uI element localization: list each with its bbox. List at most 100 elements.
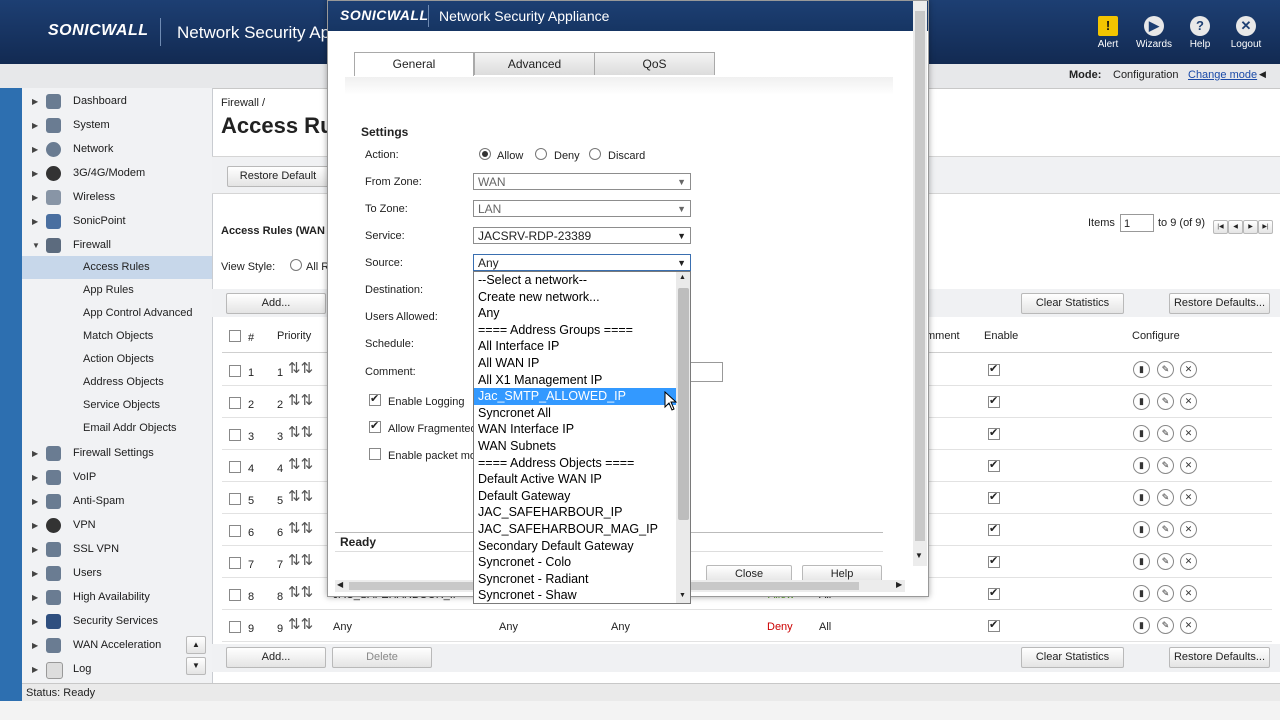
edit-icon[interactable]: ✎ bbox=[1157, 553, 1174, 570]
tab-general[interactable]: General bbox=[354, 52, 474, 76]
action-allow-radio[interactable] bbox=[479, 148, 491, 160]
add-button[interactable]: Add... bbox=[226, 293, 326, 314]
delete-icon[interactable]: ✕ bbox=[1180, 457, 1197, 474]
last-page-icon[interactable]: ▶| bbox=[1258, 220, 1273, 234]
delete-icon[interactable]: ✕ bbox=[1180, 521, 1197, 538]
dialog-scroll-thumb[interactable] bbox=[915, 11, 925, 541]
statistics-icon[interactable]: ▮ bbox=[1133, 425, 1150, 442]
statistics-icon[interactable]: ▮ bbox=[1133, 617, 1150, 634]
sidebar-item-action-objects[interactable]: Action Objects bbox=[22, 348, 212, 371]
enable-checkbox[interactable] bbox=[988, 362, 1000, 376]
restore-defaults-button[interactable]: Restore Defaults... bbox=[1169, 293, 1270, 314]
collapse-arrow-icon[interactable]: ◀ bbox=[1259, 69, 1266, 80]
dialog-scrollbar[interactable]: ▼ bbox=[913, 1, 927, 566]
sidebar-item-anti-spam[interactable]: ▶ Anti-Spam bbox=[22, 490, 212, 513]
expand-icon[interactable]: ▶ bbox=[32, 634, 38, 657]
edit-icon[interactable]: ✎ bbox=[1157, 617, 1174, 634]
expand-icon[interactable]: ▶ bbox=[32, 114, 38, 137]
expand-icon[interactable]: ▶ bbox=[32, 466, 38, 489]
sidebar-item-email-addr-objects[interactable]: Email Addr Objects bbox=[22, 417, 212, 440]
action-deny-radio[interactable] bbox=[535, 148, 547, 160]
sidebar-item-match-objects[interactable]: Match Objects bbox=[22, 325, 212, 348]
reorder-arrows-icon[interactable]: ⇅⇅ bbox=[288, 423, 313, 441]
reorder-arrows-icon[interactable]: ⇅⇅ bbox=[288, 583, 313, 601]
edit-icon[interactable]: ✎ bbox=[1157, 585, 1174, 602]
row-checkbox[interactable] bbox=[229, 589, 241, 601]
sidebar-item-sonicpoint[interactable]: ▶ SonicPoint bbox=[22, 210, 212, 233]
sidebar-item-wireless[interactable]: ▶ Wireless bbox=[22, 186, 212, 209]
sidebar-item-users[interactable]: ▶ Users bbox=[22, 562, 212, 585]
statistics-icon[interactable]: ▮ bbox=[1133, 393, 1150, 410]
statistics-icon[interactable]: ▮ bbox=[1133, 553, 1150, 570]
row-checkbox[interactable] bbox=[229, 365, 241, 377]
enable-checkbox[interactable] bbox=[988, 426, 1000, 440]
clear-statistics-button-bottom[interactable]: Clear Statistics bbox=[1021, 647, 1124, 668]
sidebar-item-ssl-vpn[interactable]: ▶ SSL VPN bbox=[22, 538, 212, 561]
sidebar-item-firewall[interactable]: ▼ Firewall bbox=[22, 234, 212, 257]
expand-icon[interactable]: ▶ bbox=[32, 658, 38, 681]
list-item[interactable]: WAN Interface IP bbox=[474, 421, 676, 438]
to-zone-select[interactable]: LAN ▼ bbox=[473, 200, 691, 217]
delete-icon[interactable]: ✕ bbox=[1180, 553, 1197, 570]
expand-icon[interactable]: ▶ bbox=[32, 610, 38, 633]
list-item[interactable]: Syncronet All bbox=[474, 405, 676, 422]
sidebar-item-firewall-settings[interactable]: ▶ Firewall Settings bbox=[22, 442, 212, 465]
edit-icon[interactable]: ✎ bbox=[1157, 521, 1174, 538]
delete-icon[interactable]: ✕ bbox=[1180, 425, 1197, 442]
row-checkbox[interactable] bbox=[229, 621, 241, 633]
select-all-checkbox[interactable] bbox=[229, 330, 241, 342]
source-select[interactable]: Any ▼ bbox=[473, 254, 691, 271]
enable-checkbox[interactable] bbox=[988, 554, 1000, 568]
logout-button[interactable]: ✕ Logout bbox=[1223, 16, 1269, 50]
action-discard-radio[interactable] bbox=[589, 148, 601, 160]
delete-icon[interactable]: ✕ bbox=[1180, 585, 1197, 602]
row-checkbox[interactable] bbox=[229, 557, 241, 569]
clear-statistics-button[interactable]: Clear Statistics bbox=[1021, 293, 1124, 314]
tab-advanced[interactable]: Advanced bbox=[474, 52, 595, 75]
expand-icon[interactable]: ▶ bbox=[32, 538, 38, 561]
dropdown-scrollbar[interactable]: ▲ ▼ bbox=[676, 272, 690, 603]
reorder-arrows-icon[interactable]: ⇅⇅ bbox=[288, 519, 313, 537]
list-item[interactable]: Create new network... bbox=[474, 289, 676, 306]
edit-icon[interactable]: ✎ bbox=[1157, 457, 1174, 474]
expand-icon[interactable]: ▶ bbox=[32, 186, 38, 209]
list-item[interactable]: Default Active WAN IP bbox=[474, 471, 676, 488]
sidebar-item-3g4g-modem[interactable]: ▶ 3G/4G/Modem bbox=[22, 162, 212, 185]
sidebar-item-system[interactable]: ▶ System bbox=[22, 114, 212, 137]
add-button-bottom[interactable]: Add... bbox=[226, 647, 326, 668]
list-item[interactable]: Syncronet - Radiant bbox=[474, 571, 676, 588]
sidebar-item-wan-acceleration[interactable]: ▶ WAN Acceleration bbox=[22, 634, 212, 657]
alert-button[interactable]: ! Alert bbox=[1085, 16, 1131, 50]
list-item[interactable]: Syncronet - Shaw bbox=[474, 587, 676, 604]
statistics-icon[interactable]: ▮ bbox=[1133, 521, 1150, 538]
sidebar-item-app-rules[interactable]: App Rules bbox=[22, 279, 212, 302]
list-item[interactable]: All Interface IP bbox=[474, 338, 676, 355]
enable-packet-monitor-checkbox[interactable] bbox=[369, 448, 381, 460]
reorder-arrows-icon[interactable]: ⇅⇅ bbox=[288, 359, 313, 377]
scroll-down-icon[interactable]: ▼ bbox=[186, 657, 206, 675]
list-item[interactable]: Any bbox=[474, 305, 676, 322]
service-select[interactable]: JACSRV-RDP-23389 ▼ bbox=[473, 227, 691, 244]
list-item[interactable]: ==== Address Groups ==== bbox=[474, 322, 676, 339]
dropdown-scroll-thumb[interactable] bbox=[678, 288, 689, 520]
reorder-arrows-icon[interactable]: ⇅⇅ bbox=[288, 551, 313, 569]
enable-checkbox[interactable] bbox=[988, 394, 1000, 408]
restore-default-button[interactable]: Restore Default bbox=[227, 166, 329, 187]
list-item[interactable]: Secondary Default Gateway bbox=[474, 538, 676, 555]
delete-icon[interactable]: ✕ bbox=[1180, 393, 1197, 410]
expand-icon[interactable]: ▶ bbox=[32, 210, 38, 233]
row-checkbox[interactable] bbox=[229, 429, 241, 441]
list-item[interactable]: ==== Address Objects ==== bbox=[474, 455, 676, 472]
statistics-icon[interactable]: ▮ bbox=[1133, 489, 1150, 506]
sidebar-item-high-availability[interactable]: ▶ High Availability bbox=[22, 586, 212, 609]
reorder-arrows-icon[interactable]: ⇅⇅ bbox=[288, 615, 313, 633]
enable-checkbox[interactable] bbox=[988, 586, 1000, 600]
next-page-icon[interactable]: ▶ bbox=[1243, 220, 1258, 234]
statistics-icon[interactable]: ▮ bbox=[1133, 457, 1150, 474]
comment-input[interactable] bbox=[690, 362, 723, 382]
sidebar-item-dashboard[interactable]: ▶ Dashboard bbox=[22, 90, 212, 113]
list-item[interactable]: All X1 Management IP bbox=[474, 372, 676, 389]
expand-icon[interactable]: ▶ bbox=[32, 586, 38, 609]
sidebar-item-address-objects[interactable]: Address Objects bbox=[22, 371, 212, 394]
sidebar-item-access-rules[interactable]: Access Rules bbox=[22, 256, 212, 279]
